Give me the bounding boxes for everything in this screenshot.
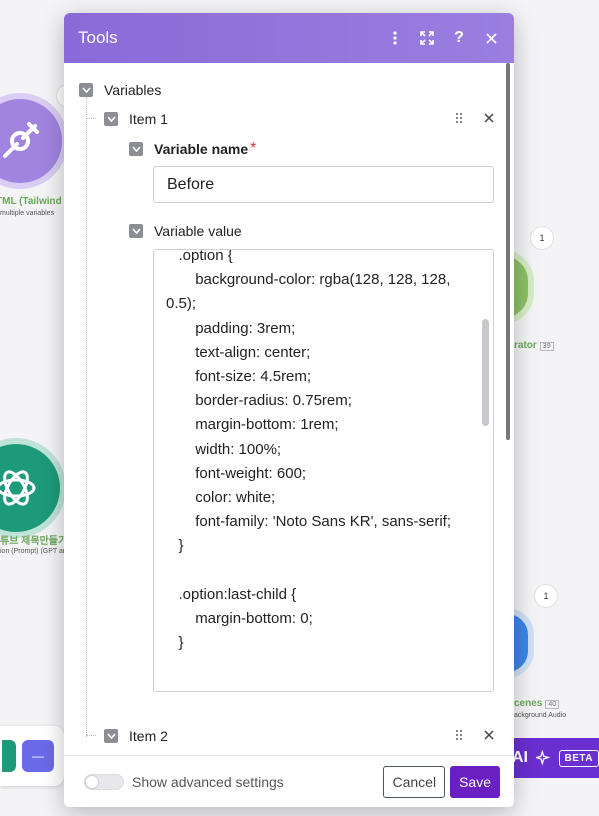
variable-value-map-checkbox[interactable] (129, 224, 143, 238)
variable-value-field-label: Variable value (129, 223, 242, 239)
drag-handle-icon[interactable] (452, 728, 466, 742)
dialog-scrollbar[interactable] (506, 63, 510, 440)
variable-value-text: .option { background-color: rgba(128, 12… (166, 249, 452, 652)
tools-module-node[interactable] (0, 93, 68, 189)
tools-dialog: Tools ? Variables Item 1 Variable name *… (64, 13, 514, 807)
sparkle-icon (536, 750, 551, 766)
item-2-header[interactable]: Item 2 (104, 728, 168, 744)
dialog-header: Tools ? (64, 13, 514, 63)
help-icon[interactable]: ? (450, 29, 468, 47)
drag-handle-icon[interactable] (452, 111, 466, 125)
variable-name-input[interactable]: Before (153, 166, 494, 203)
tree-guide-root (86, 97, 87, 737)
variable-name-map-checkbox[interactable] (129, 142, 143, 156)
item-2-collapse-checkbox[interactable] (104, 729, 118, 743)
variable-value-textarea[interactable]: .option { background-color: rgba(128, 12… (153, 249, 494, 692)
canvas-toolbar: — (0, 726, 64, 786)
variables-collapse-checkbox[interactable] (79, 83, 93, 97)
tools-node-sublabel: multiple variables (0, 210, 55, 217)
variable-name-field-label: Variable name * (129, 140, 256, 158)
tools-node-label: TML (Tailwind (0, 196, 62, 207)
remove-item-icon[interactable] (482, 111, 496, 125)
save-button[interactable]: Save (450, 765, 500, 798)
green-node-label: rator 39 (514, 340, 554, 351)
dialog-body: Variables Item 1 Variable name * Before (64, 63, 514, 755)
cancel-button[interactable]: Cancel (383, 765, 446, 798)
tree-branch-item1 (86, 118, 96, 119)
item-2-actions (452, 728, 496, 742)
openai-node-sublabel: ion (Prompt) (GPT and (0, 548, 71, 555)
blue-count-bubble: 1 (534, 584, 558, 608)
toolbar-green-button[interactable] (2, 740, 16, 772)
tree-branch-item2 (86, 735, 96, 736)
advanced-settings-toggle[interactable] (84, 773, 124, 790)
blue-node-sublabel: ackground Audio (514, 712, 567, 719)
item-2-label: Item 2 (129, 728, 168, 744)
more-options-icon[interactable] (386, 29, 404, 47)
tools-icon (3, 122, 39, 158)
item-1-actions (452, 111, 496, 125)
openai-icon (0, 470, 36, 506)
variables-group[interactable]: Variables (79, 82, 161, 98)
remove-item-icon[interactable] (482, 728, 496, 742)
blue-node-label: cenes 40 (514, 698, 560, 709)
openai-module-node[interactable] (0, 438, 66, 538)
textarea-scrollbar[interactable] (482, 319, 489, 426)
item-1-header[interactable]: Item 1 (104, 111, 168, 127)
item-1-collapse-checkbox[interactable] (104, 112, 118, 126)
advanced-settings-label: Show advanced settings (132, 773, 284, 790)
ai-assistant-bar[interactable]: AI BETA (510, 738, 599, 778)
variable-name-label: Variable name (154, 141, 249, 157)
required-indicator: * (250, 140, 257, 157)
toolbar-purple-button[interactable]: — (22, 740, 54, 772)
dialog-footer: Show advanced settings Cancel Save (64, 755, 514, 807)
close-icon[interactable] (482, 29, 500, 47)
variable-value-label: Variable value (154, 223, 242, 239)
dialog-title: Tools (78, 28, 118, 47)
green-count-bubble: 1 (530, 226, 554, 250)
openai-node-label: 튜브 제목만들기 (0, 536, 68, 547)
ai-label: AI (512, 749, 528, 766)
expand-icon[interactable] (418, 29, 436, 47)
variables-label: Variables (104, 82, 162, 98)
item-1-label: Item 1 (129, 111, 168, 127)
beta-badge: BETA (558, 749, 599, 767)
